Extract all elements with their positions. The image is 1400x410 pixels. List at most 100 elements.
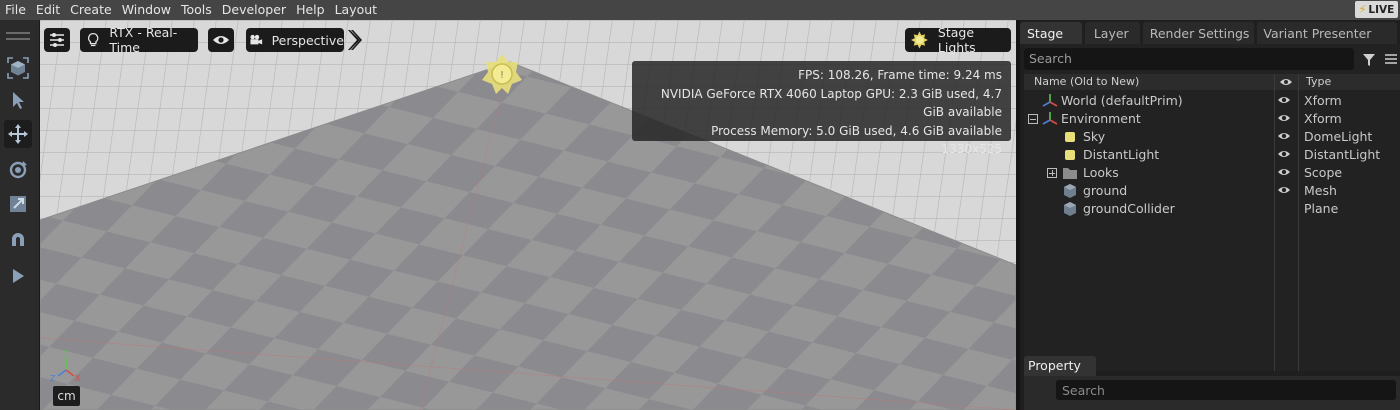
axis-z-label: Z <box>50 374 56 383</box>
tab-render-settings[interactable]: Render Settings <box>1142 22 1255 44</box>
tree-item-label: Looks <box>1083 165 1119 180</box>
eye-icon[interactable] <box>1277 148 1291 160</box>
memory-text: Process Memory: 5.0 GiB used, 4.6 GiB av… <box>711 123 1002 138</box>
move-arrows-icon <box>8 124 28 144</box>
stage-lights-label: Stage Lights <box>937 25 976 55</box>
tree-row[interactable]: Environment Xform <box>1024 110 1400 128</box>
menu-file[interactable]: File <box>0 0 31 20</box>
tree-row[interactable]: DistantLight DistantLight <box>1024 146 1400 164</box>
menu-developer[interactable]: Developer <box>217 0 291 20</box>
tree-row[interactable]: ground Mesh <box>1024 182 1400 200</box>
chevron-right-icon <box>348 30 362 50</box>
stage-tree: World (defaultPrim) Xform Environment Xf… <box>1024 90 1400 370</box>
tree-item-type: Plane <box>1304 201 1339 216</box>
stage-search-row <box>1024 48 1400 70</box>
select-mode-button[interactable] <box>4 54 32 82</box>
live-button[interactable]: ⚡ LIVE <box>1355 1 1398 18</box>
visibility-column-eye-icon[interactable] <box>1279 77 1293 87</box>
select-tool-button[interactable] <box>4 86 32 114</box>
panel-tabs: Stage Layer Render Settings Variant Pres… <box>1020 20 1400 44</box>
filter-icon[interactable] <box>1362 53 1376 67</box>
tree-item-type: DomeLight <box>1304 129 1373 144</box>
performance-stats: FPS: 108.26, Frame time: 9.24 ms NVIDIA … <box>632 61 1011 156</box>
column-name-header[interactable]: Name (Old to New) <box>1034 75 1139 88</box>
lightbulb-icon <box>88 32 99 47</box>
eye-icon[interactable] <box>1277 184 1291 196</box>
tree-item-type: Xform <box>1304 93 1342 108</box>
menu-bar: File Edit Create Window Tools Developer … <box>0 0 1400 20</box>
expand-toggle-icon[interactable] <box>1047 168 1057 178</box>
move-tool-button[interactable] <box>4 120 32 148</box>
collapse-toggle-icon[interactable] <box>1028 114 1038 124</box>
tree-row[interactable]: groundCollider Plane <box>1024 200 1400 218</box>
axis-x-label: X <box>75 374 81 383</box>
toolbar-grip-icon[interactable] <box>6 32 30 40</box>
folder-icon <box>1063 168 1077 179</box>
distant-light-gizmo-icon[interactable]: ! <box>480 52 524 96</box>
column-type-header[interactable]: Type <box>1306 75 1331 88</box>
xform-icon <box>1042 94 1058 107</box>
tree-item-type: DistantLight <box>1304 147 1381 162</box>
camera-icon <box>250 34 263 45</box>
property-panel <box>1024 376 1400 410</box>
stage-lights-button[interactable]: Stage Lights <box>905 25 1011 55</box>
toolbar-expand-button[interactable] <box>346 28 364 52</box>
gpu-text: NVIDIA GeForce RTX 4060 Laptop GPU: 2.3 … <box>660 86 1002 120</box>
tree-item-label: World (defaultPrim) <box>1061 93 1183 108</box>
eye-icon[interactable] <box>1277 94 1291 106</box>
scale-tool-button[interactable] <box>4 190 32 218</box>
renderer-label: RTX - Real-Time <box>109 25 178 55</box>
xform-icon <box>1042 112 1058 125</box>
live-label: LIVE <box>1368 3 1395 16</box>
svg-text:!: ! <box>500 70 504 81</box>
tab-property[interactable]: Property <box>1024 356 1096 376</box>
eye-icon[interactable] <box>1277 112 1291 124</box>
unit-badge[interactable]: cm <box>53 386 80 406</box>
arrow-pointer-icon <box>13 92 24 109</box>
menu-help[interactable]: Help <box>291 0 330 20</box>
right-panel: Stage Layer Render Settings Variant Pres… <box>1020 20 1400 410</box>
tree-row[interactable]: Sky DomeLight <box>1024 128 1400 146</box>
camera-button[interactable]: Perspective <box>246 28 344 52</box>
eye-icon[interactable] <box>1277 130 1291 142</box>
play-icon <box>13 269 24 283</box>
eye-icon[interactable] <box>1277 166 1291 178</box>
snap-tool-button[interactable] <box>4 226 32 254</box>
mesh-icon <box>1064 202 1076 216</box>
scale-icon <box>10 196 26 212</box>
mesh-icon <box>1064 184 1076 198</box>
tab-stage[interactable]: Stage <box>1020 22 1082 44</box>
tree-item-label: groundCollider <box>1083 201 1175 216</box>
light-icon <box>1065 132 1075 142</box>
menu-tools[interactable]: Tools <box>176 0 217 20</box>
left-toolbar <box>0 20 40 410</box>
tree-row[interactable]: Looks Scope <box>1024 164 1400 182</box>
tree-row[interactable]: World (defaultPrim) Xform <box>1024 92 1400 110</box>
sliders-icon <box>50 33 64 47</box>
tree-item-type: Xform <box>1304 111 1342 126</box>
viewport-settings-button[interactable] <box>44 28 70 52</box>
viewport[interactable]: ! RTX - Real-Time Perspective Stage Ligh… <box>40 20 1016 410</box>
tree-item-label: DistantLight <box>1083 147 1160 162</box>
lightning-icon: ⚡ <box>1358 3 1367 16</box>
magnet-icon <box>12 233 24 246</box>
tree-item-type: Scope <box>1304 165 1343 180</box>
stage-panel: Name (Old to New) Type World (defaultPri… <box>1024 44 1400 371</box>
tab-variant-presenter[interactable]: Variant Presenter <box>1257 22 1397 44</box>
stage-search-input[interactable] <box>1024 48 1354 70</box>
tab-layer[interactable]: Layer <box>1084 22 1140 44</box>
visibility-button[interactable] <box>208 28 234 52</box>
menu-layout[interactable]: Layout <box>330 0 383 20</box>
renderer-button[interactable]: RTX - Real-Time <box>80 25 198 55</box>
menu-edit[interactable]: Edit <box>31 0 65 20</box>
hamburger-menu-icon[interactable] <box>1385 53 1397 65</box>
property-search-box <box>1056 380 1396 400</box>
property-search-input[interactable] <box>1056 380 1396 400</box>
menu-window[interactable]: Window <box>117 0 176 20</box>
play-button[interactable] <box>4 262 32 290</box>
light-icon <box>1065 150 1075 160</box>
menu-create[interactable]: Create <box>65 0 117 20</box>
rotate-tool-button[interactable] <box>4 156 32 184</box>
tree-item-label: Sky <box>1083 129 1106 144</box>
rotate-icon <box>9 161 27 179</box>
